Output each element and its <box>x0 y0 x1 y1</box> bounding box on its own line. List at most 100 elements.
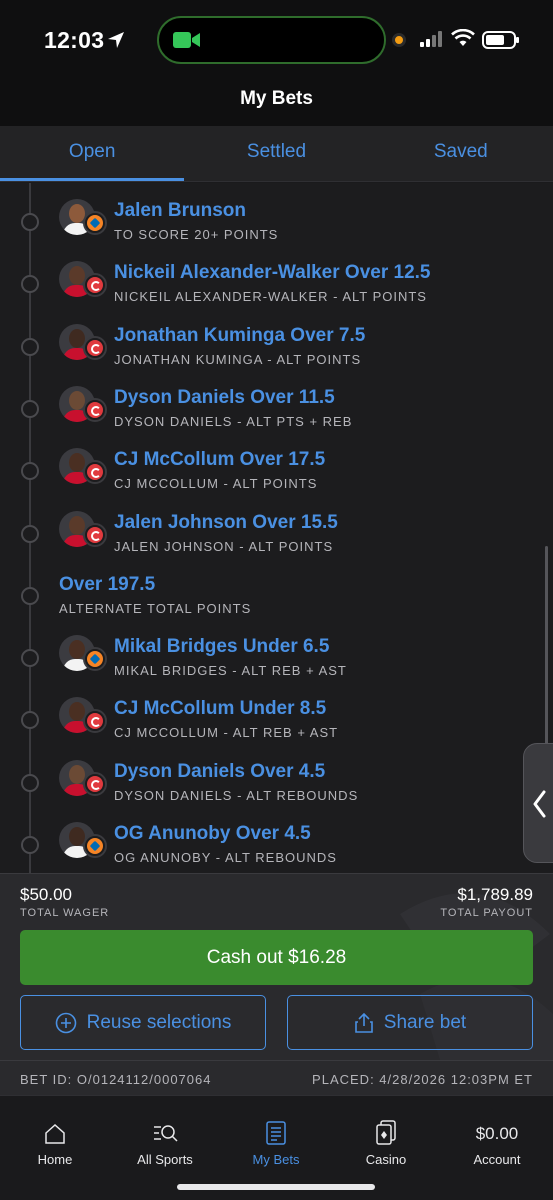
leg-status-circle <box>21 399 39 418</box>
leg-subtitle: CJ MCCOLLUM - ALT POINTS <box>114 476 318 492</box>
leg-title: Dyson Daniels Over 4.5 <box>114 760 326 782</box>
nav-casino-label: Casino <box>365 1152 407 1167</box>
leg-status-circle <box>21 773 39 792</box>
bet-slip-icon <box>266 1121 286 1145</box>
plus-circle-icon <box>55 1012 76 1033</box>
leg-subtitle: JONATHAN KUMINGA - ALT POINTS <box>114 351 362 367</box>
player-avatar-group <box>59 323 109 364</box>
bet-leg-row[interactable]: Dyson Daniels Over 11.5 DYSON DANIELS - A… <box>0 385 553 448</box>
battery-icon <box>482 31 519 49</box>
nav-account[interactable]: $0.00 Account <box>442 1096 552 1167</box>
app-header: My Bets <box>0 80 553 126</box>
page-title: My Bets <box>240 88 313 109</box>
chevron-left-icon <box>533 790 546 818</box>
home-indicator[interactable] <box>177 1184 375 1190</box>
player-avatar-group <box>59 510 109 551</box>
leg-subtitle: CJ MCCOLLUM - ALT REB + AST <box>114 725 339 741</box>
player-avatar-group <box>59 759 109 800</box>
player-avatar-group <box>59 199 109 239</box>
bet-leg-row[interactable]: CJ McCollum Over 17.5 CJ MCCOLLUM - ALT P… <box>0 448 553 510</box>
wifi-icon <box>451 29 475 46</box>
leg-title: Jalen Johnson Over 15.5 <box>114 511 338 533</box>
bet-leg-row[interactable]: Nickeil Alexander-Walker Over 12.5 NICKEI… <box>0 261 553 323</box>
tab-settled[interactable]: Settled <box>184 126 368 181</box>
bet-leg-row[interactable]: CJ McCollum Under 8.5 CJ MCCOLLUM - ALT R… <box>0 697 553 759</box>
nav-all-sports-label: All Sports <box>137 1152 193 1167</box>
search-list-icon <box>154 1125 178 1142</box>
bet-summary: $50.00 TOTAL WAGER $1,789.89 TOTAL PAYOU… <box>0 873 553 1095</box>
reuse-selections-button[interactable]: Reuse selections <box>20 995 266 1050</box>
leg-subtitle: TO SCORE 20+ POINTS <box>114 227 279 242</box>
leg-status-circle <box>21 462 39 481</box>
placed-timestamp: PLACED: 4/28/2026 12:03PM ET <box>312 1072 533 1087</box>
leg-title: Jalen Brunson <box>114 200 246 221</box>
leg-subtitle: NICKEIL ALEXANDER-WALKER - ALT POINTS <box>114 289 427 305</box>
leg-title: Nickeil Alexander-Walker Over 12.5 <box>114 262 431 284</box>
dynamic-island[interactable] <box>157 16 386 64</box>
leg-subtitle: MIKAL BRIDGES - ALT REB + AST <box>114 663 347 679</box>
nav-casino[interactable]: Casino <box>331 1096 441 1167</box>
team-logo-icon <box>83 211 107 235</box>
leg-subtitle: DYSON DANIELS - ALT REBOUNDS <box>114 787 359 803</box>
nav-my-bets-label: My Bets <box>252 1152 300 1167</box>
nav-all-sports[interactable]: All Sports <box>110 1096 220 1167</box>
team-logo-icon <box>83 771 107 796</box>
home-icon <box>45 1123 65 1144</box>
leg-subtitle: ALTERNATE TOTAL POINTS <box>59 600 252 616</box>
bet-leg-row[interactable]: Dyson Daniels Over 4.5 DYSON DANIELS - AL… <box>0 759 553 822</box>
player-avatar-group <box>59 822 109 862</box>
nav-home[interactable]: Home <box>0 1096 110 1167</box>
bet-tabs: Open Settled Saved <box>0 126 553 182</box>
leg-subtitle: DYSON DANIELS - ALT PTS + REB <box>114 413 353 429</box>
nav-account-label: Account <box>473 1152 521 1167</box>
bet-leg-row[interactable]: Mikal Bridges Under 6.5 MIKAL BRIDGES - A… <box>0 635 553 697</box>
leg-status-circle <box>21 524 39 543</box>
total-payout-amount: $1,789.89 <box>457 885 533 904</box>
recording-dot-icon <box>392 33 406 47</box>
bet-id: BET ID: O/0124112/0007064 <box>20 1072 212 1087</box>
bet-leg-row[interactable]: OG Anunoby Over 4.5 OG ANUNOBY - ALT REBO… <box>0 822 553 873</box>
nav-my-bets[interactable]: My Bets <box>221 1096 331 1167</box>
leg-subtitle: OG ANUNOBY - ALT REBOUNDS <box>114 850 337 865</box>
bet-leg-row[interactable]: Jalen Brunson TO SCORE 20+ POINTS <box>0 199 553 261</box>
leg-status-circle <box>21 649 39 668</box>
leg-status-circle <box>21 213 39 231</box>
player-avatar-group <box>59 448 109 488</box>
team-logo-icon <box>83 709 107 734</box>
leg-status-circle <box>21 586 39 605</box>
team-logo-icon <box>83 522 107 547</box>
player-avatar-group <box>59 385 109 426</box>
player-avatar-group <box>59 635 109 675</box>
bet-leg-row[interactable]: Jonathan Kuminga Over 7.5 JONATHAN KUMING… <box>0 323 553 386</box>
leg-title: Over 197.5 <box>59 573 156 595</box>
player-avatar-group <box>59 261 109 301</box>
leg-status-circle <box>21 711 39 730</box>
cellular-signal-icon <box>420 31 442 47</box>
bet-leg-row[interactable]: Jalen Johnson Over 15.5 JALEN JOHNSON - A… <box>0 510 553 573</box>
share-bet-label: Share bet <box>383 1011 467 1033</box>
leg-title: OG Anunoby Over 4.5 <box>114 823 311 844</box>
status-bar: 12:03 <box>0 0 553 80</box>
account-balance: $0.00 <box>475 1124 519 1143</box>
team-logo-icon <box>83 647 107 672</box>
share-icon <box>354 1012 373 1033</box>
tab-open[interactable]: Open <box>0 126 185 181</box>
share-bet-button[interactable]: Share bet <box>287 995 533 1050</box>
team-logo-icon <box>83 460 107 485</box>
leg-title: CJ McCollum Over 17.5 <box>114 449 326 471</box>
bet-leg-row[interactable]: Over 197.5 ALTERNATE TOTAL POINTS <box>0 573 553 635</box>
status-time: 12:03 <box>44 27 105 53</box>
bet-legs-list[interactable]: Jalen Brunson TO SCORE 20+ POINTS Nickeil … <box>0 183 553 873</box>
reuse-selections-label: Reuse selections <box>86 1011 232 1033</box>
location-arrow-icon <box>108 32 124 48</box>
total-payout-label: TOTAL PAYOUT <box>440 907 533 919</box>
tab-saved[interactable]: Saved <box>369 126 553 181</box>
leg-title: Mikal Bridges Under 6.5 <box>114 636 330 658</box>
total-wager-label: TOTAL WAGER <box>20 907 110 919</box>
leg-title: Dyson Daniels Over 11.5 <box>114 386 335 408</box>
side-panel-handle[interactable] <box>523 743 553 863</box>
playing-cards-icon <box>376 1120 396 1145</box>
player-avatar-group <box>59 697 109 737</box>
leg-title: CJ McCollum Under 8.5 <box>114 698 327 720</box>
cash-out-button[interactable]: Cash out $16.28 <box>20 930 533 985</box>
